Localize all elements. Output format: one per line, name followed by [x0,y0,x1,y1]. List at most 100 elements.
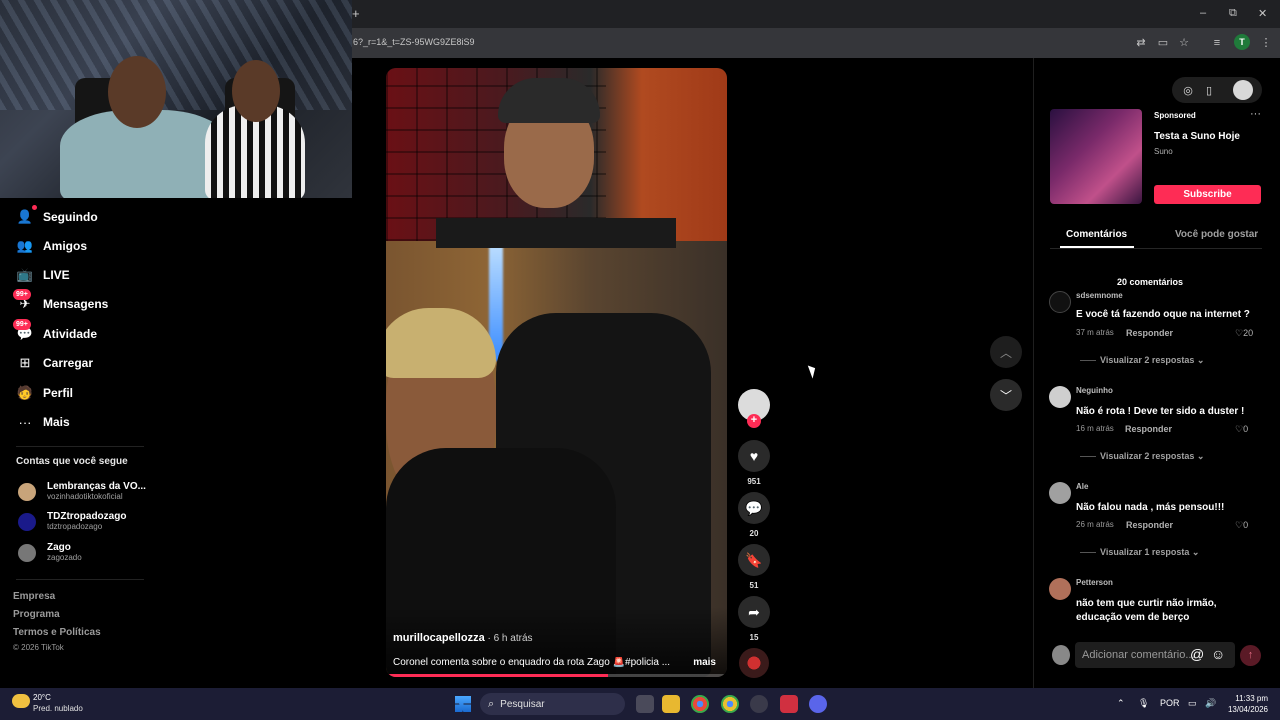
tab-comentarios[interactable]: Comentários [1066,229,1127,240]
heart-outline-icon: ♡ [1235,424,1244,434]
comment-username[interactable]: sdsemnome [1076,291,1123,300]
discord-icon[interactable] [809,695,827,713]
browser-menu-icon[interactable]: ⋮ [1259,36,1273,50]
person-follow-icon: 👤 [16,205,37,226]
send-comment-button[interactable]: ↑ [1240,645,1261,666]
reply-button[interactable]: Responder [1125,424,1172,434]
ad-title[interactable]: Testa a Suno Hoje [1154,131,1240,142]
share-button[interactable]: ➦ [738,596,770,628]
nav-mais[interactable]: ··· Mais [16,411,70,433]
avatar[interactable] [1049,578,1071,600]
network-icon[interactable]: ▭ [1188,698,1197,709]
nav-mensagens[interactable]: ✈ 99+ Mensagens [13,289,108,315]
weather-description: Pred. nublado [33,704,83,713]
compass-icon[interactable]: ◎ [1182,84,1194,97]
comment-username[interactable]: Petterson [1076,578,1113,587]
avatar[interactable] [1049,482,1071,504]
translate-icon[interactable]: ⇄ [1134,36,1148,50]
video-username[interactable]: murillocapellozza [393,632,485,644]
media-control-icon[interactable]: ≡ [1210,36,1224,50]
ad-thumbnail[interactable] [1050,109,1142,204]
nav-live[interactable]: 📺 LIVE [16,264,70,286]
minimize-button[interactable]: – [1200,7,1206,19]
friends-icon: 👥 [16,238,34,253]
avatar[interactable] [1049,291,1071,313]
close-window-button[interactable]: ✕ [1258,7,1267,20]
nav-carregar[interactable]: ⊞ Carregar [16,352,93,374]
next-video-button[interactable]: ﹀ [990,379,1022,411]
volume-icon[interactable]: 🔊 [1205,698,1216,709]
followed-account[interactable]: Lembranças da VO... vozinhadotiktokofici… [18,481,146,502]
subscribe-button[interactable]: Subscribe [1154,185,1261,204]
tab-voce-pode-gostar[interactable]: Você pode gostar [1175,229,1258,240]
chrome-profile-icon[interactable] [721,695,739,713]
comment-icon: 💬 [745,499,763,516]
microphone-icon[interactable]: 🎙 [1138,698,1149,709]
save-button[interactable]: 🔖 [738,544,770,576]
taskbar-search[interactable]: ⌕ Pesquisar [480,693,625,715]
language-indicator[interactable]: POR [1160,698,1180,708]
add-comment-box: @ ☺ [1075,642,1235,668]
follow-button[interactable]: + [747,414,761,428]
footer-link-termos[interactable]: Termos e Políticas [13,627,101,638]
weather-icon[interactable] [12,694,30,708]
task-view-icon[interactable] [636,695,654,713]
comment-button[interactable]: 💬 [738,492,770,524]
nav-amigos[interactable]: 👥 Amigos [16,235,87,257]
comment-like[interactable]: ♡20 [1235,328,1253,339]
active-tab-indicator [1060,246,1134,248]
emoji-icon[interactable]: ☺ [1211,646,1225,662]
nav-seguindo[interactable]: 👤 Seguindo [16,205,98,228]
view-replies-button[interactable]: Visualizar 2 respostas ⌄ [1080,355,1204,366]
message-badge: 99+ [13,289,31,300]
comment-username[interactable]: Ale [1076,482,1088,491]
add-comment-input[interactable] [1082,647,1194,663]
bookmark-star-icon[interactable]: ☆ [1177,36,1191,50]
save-count: 51 [749,581,759,590]
browser-profile-avatar[interactable]: T [1234,34,1250,50]
caption-more-button[interactable]: mais [693,657,716,668]
tray-chevron-up-icon[interactable]: ⌃ [1117,698,1125,709]
view-replies-button[interactable]: Visualizar 2 respostas ⌄ [1080,451,1204,462]
like-button[interactable]: ♥ [738,440,770,472]
reply-button[interactable]: Responder [1126,328,1173,338]
chrome-icon[interactable] [691,695,709,713]
view-replies-button[interactable]: Visualizar 1 resposta ⌄ [1080,547,1199,558]
comment-like[interactable]: ♡0 [1235,520,1248,531]
comment-like[interactable]: ♡0 [1235,424,1248,435]
footer-link-empresa[interactable]: Empresa [13,591,55,602]
activity-icon: 💬 99+ [13,319,34,343]
divider [16,446,144,447]
video-player[interactable]: murillocapellozza · 6 h atrás Coronel co… [386,68,727,677]
followed-account[interactable]: Zago zagozado [18,542,82,563]
video-progress-bar[interactable] [386,674,727,677]
mouse-cursor [807,363,819,379]
user-avatar[interactable] [1233,80,1253,100]
reply-button[interactable]: Responder [1126,520,1173,530]
nav-label: Atividade [43,327,98,341]
mobile-icon[interactable]: ▯ [1203,84,1215,97]
account-handle: zagozado [47,553,82,562]
video-author[interactable]: murillocapellozza · 6 h atrás [393,632,533,644]
comment-username[interactable]: Neguinho [1076,386,1113,395]
file-explorer-icon[interactable] [662,695,680,713]
heart-outline-icon: ♡ [1235,328,1244,338]
new-tab-button[interactable]: + [352,6,360,21]
recorder-icon[interactable] [780,695,798,713]
followed-account[interactable]: TDZtropadozago tdztropadozago [18,511,126,532]
nav-atividade[interactable]: 💬 99+ Atividade [13,319,98,345]
upload-icon: ⊞ [19,355,31,370]
restore-button[interactable]: ⧉ [1229,7,1237,20]
obs-icon[interactable] [750,695,768,713]
ad-more-icon[interactable]: ··· [1250,108,1261,120]
clock[interactable]: 11:33 pm 13/04/2026 [1226,693,1268,715]
url-field[interactable]: 6?_r=1&_t=ZS-95WG9ZE8iS9 [353,37,475,47]
live-icon: 📺 [16,267,34,282]
music-disc-icon[interactable] [739,648,769,678]
footer-link-programa[interactable]: Programa [13,609,60,620]
nav-perfil[interactable]: 🧑 Perfil [16,382,73,404]
previous-video-button[interactable]: ︿ [990,336,1022,368]
mention-icon[interactable]: @ [1190,646,1204,662]
avatar[interactable] [1049,386,1071,408]
install-app-icon[interactable]: ▭ [1156,36,1170,50]
